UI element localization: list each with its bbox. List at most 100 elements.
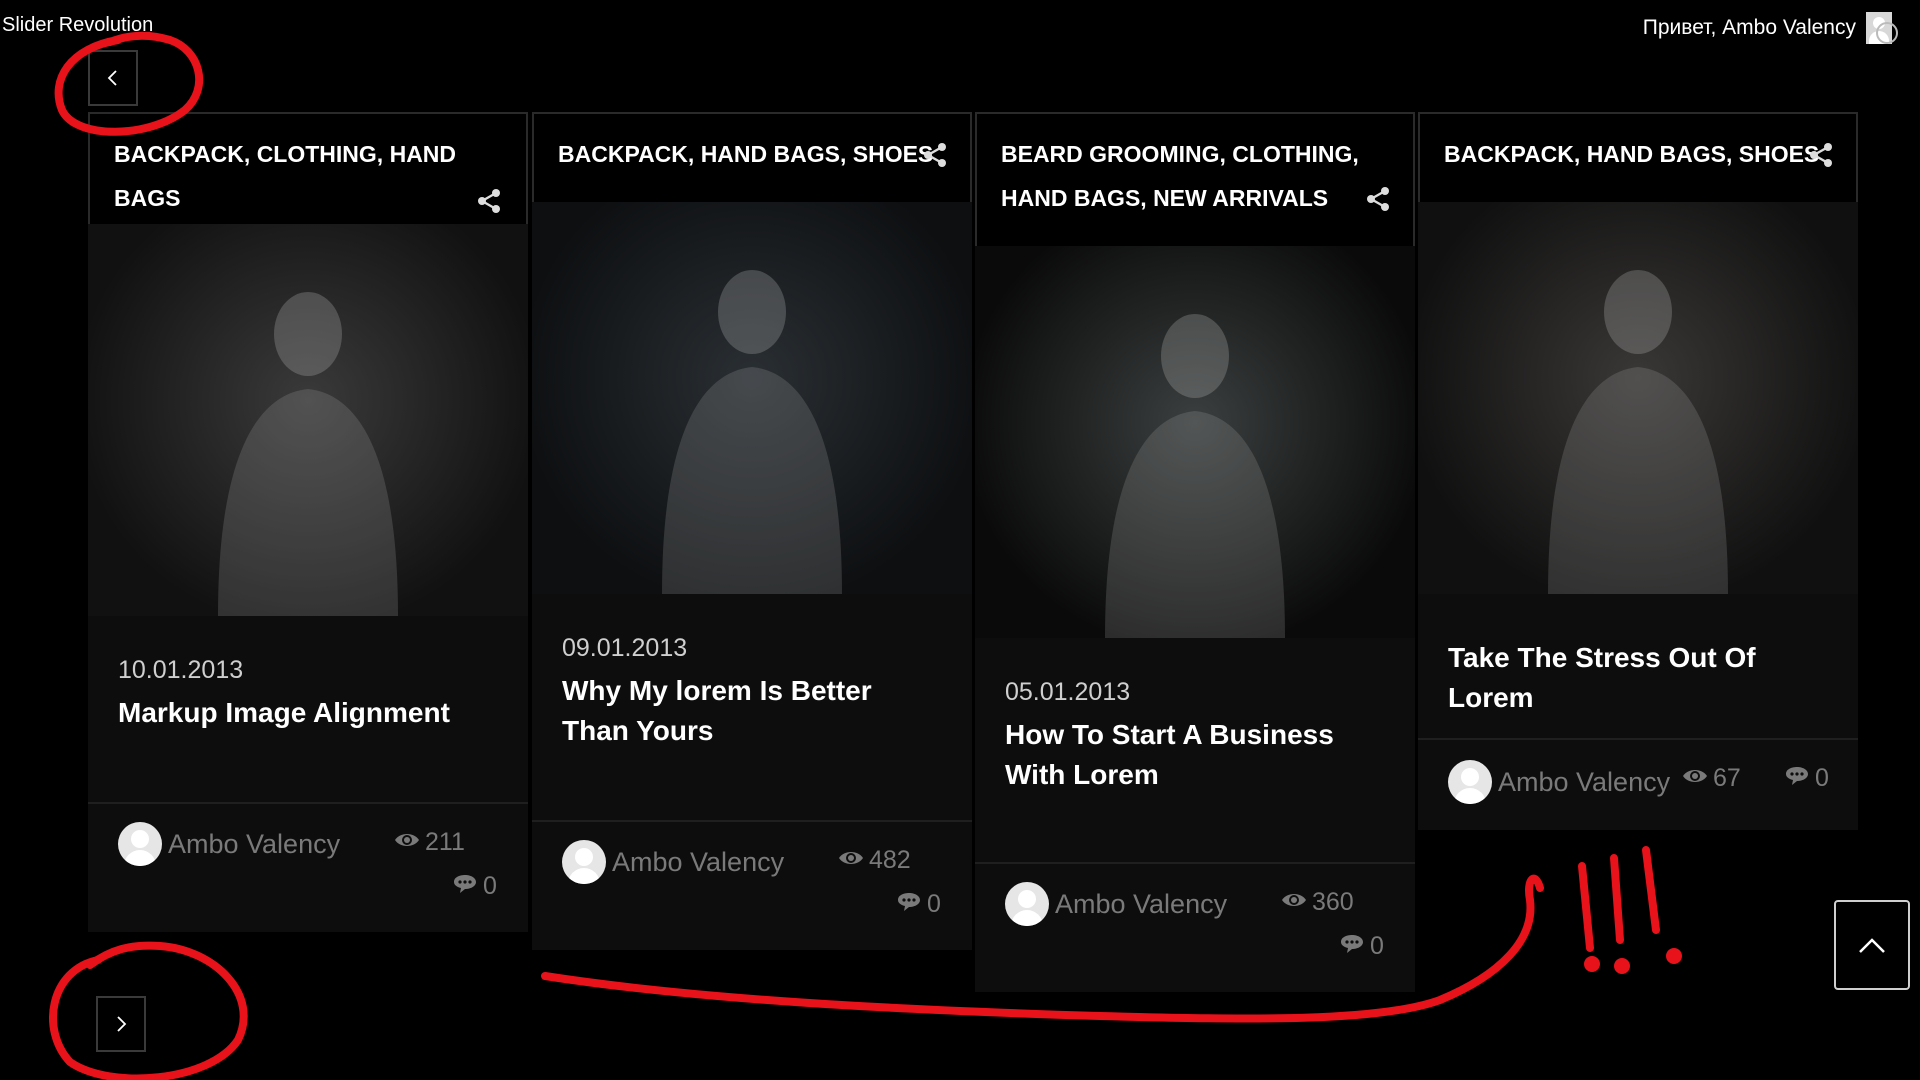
- eye-icon: [394, 828, 420, 857]
- view-count: 67: [1682, 764, 1741, 793]
- slider-next-button[interactable]: [96, 996, 146, 1052]
- category-link[interactable]: CLOTHING: [1232, 141, 1352, 167]
- card-categories-header: BEARD GROOMING, CLOTHING, HAND BAGS, NEW…: [975, 112, 1415, 246]
- author-name: Ambo Valency: [1055, 888, 1228, 919]
- annotation-exclaim-1: [1578, 862, 1594, 952]
- comment-icon: [896, 890, 922, 919]
- author-avatar: [118, 822, 162, 866]
- category-link[interactable]: BEARD GROOMING: [1001, 141, 1220, 167]
- post-author[interactable]: Ambo Valency: [1448, 760, 1670, 804]
- admin-bar-account[interactable]: Привет, Ambo Valency: [1642, 12, 1898, 44]
- category-link[interactable]: HAND BAGS: [1001, 185, 1140, 211]
- share-icon[interactable]: [922, 142, 948, 168]
- view-count-value: 67: [1713, 764, 1741, 792]
- category-list: BACKPACK, HAND BAGS, SHOES: [1444, 132, 1832, 176]
- comment-count-value: 0: [1370, 932, 1384, 960]
- category-separator: ,: [243, 141, 257, 167]
- category-link[interactable]: HAND BAGS: [1587, 141, 1726, 167]
- post-title[interactable]: How To Start A Business With Lorem: [975, 715, 1415, 795]
- post-card[interactable]: BEARD GROOMING, CLOTHING, HAND BAGS, NEW…: [975, 112, 1415, 992]
- scroll-to-top-button[interactable]: [1834, 900, 1910, 990]
- post-card[interactable]: BACKPACK, HAND BAGS, SHOES 09.01.2013 Why …: [532, 112, 972, 950]
- post-image-mechanics-at-workshop[interactable]: [1418, 202, 1858, 594]
- comment-icon: [1784, 764, 1810, 793]
- annotation-dot-2: [1614, 958, 1630, 974]
- comment-count-value: 0: [1815, 764, 1829, 792]
- category-separator: ,: [839, 141, 853, 167]
- view-count-value: 482: [869, 846, 911, 874]
- category-link[interactable]: HAND BAGS: [701, 141, 840, 167]
- category-link[interactable]: CLOTHING: [257, 141, 377, 167]
- author-name: Ambo Valency: [168, 828, 341, 859]
- card-categories-header: BACKPACK, HAND BAGS, SHOES: [532, 112, 972, 202]
- card-categories-header: BACKPACK, HAND BAGS, SHOES: [1418, 112, 1858, 202]
- comment-count[interactable]: 0: [896, 890, 941, 919]
- comment-count-value: 0: [483, 872, 497, 900]
- post-meta: Ambo Valency 211 0: [88, 802, 528, 932]
- category-separator: ,: [1725, 141, 1739, 167]
- post-author[interactable]: Ambo Valency: [562, 840, 784, 884]
- category-link[interactable]: NEW ARRIVALS: [1153, 185, 1328, 211]
- chevron-right-icon: [117, 1016, 127, 1032]
- comment-count[interactable]: 0: [1339, 932, 1384, 961]
- author-name: Ambo Valency: [1498, 766, 1671, 797]
- comment-count-value: 0: [927, 890, 941, 918]
- category-separator: ,: [687, 141, 701, 167]
- category-link[interactable]: BACKPACK: [1444, 141, 1574, 167]
- category-link[interactable]: BACKPACK: [114, 141, 244, 167]
- category-link[interactable]: BACKPACK: [558, 141, 688, 167]
- annotation-dot-3: [1666, 948, 1682, 964]
- post-title[interactable]: Why My lorem Is Better Than Yours: [532, 671, 972, 751]
- view-count: 360: [1281, 888, 1354, 917]
- view-count-value: 211: [425, 828, 465, 856]
- comment-count[interactable]: 0: [1784, 764, 1829, 793]
- post-image-bearded-man-on-crate[interactable]: [532, 202, 972, 594]
- share-icon[interactable]: [1365, 186, 1391, 212]
- view-count-value: 360: [1312, 888, 1354, 916]
- post-date: 10.01.2013: [118, 656, 244, 684]
- eye-icon: [1682, 764, 1708, 793]
- post-card[interactable]: BACKPACK, HAND BAGS, SHOES Take The Stres…: [1418, 112, 1858, 830]
- category-separator: ,: [1140, 185, 1154, 211]
- search-icon[interactable]: [1876, 22, 1898, 44]
- comment-icon: [452, 872, 478, 901]
- author-avatar: [1005, 882, 1049, 926]
- post-author[interactable]: Ambo Valency: [1005, 882, 1227, 926]
- post-title[interactable]: Take The Stress Out Of Lorem: [1418, 638, 1858, 718]
- post-image-woman-in-black-coat[interactable]: [975, 246, 1415, 638]
- slider-prev-button[interactable]: [88, 50, 138, 106]
- annotation-circle-next: [49, 941, 248, 1080]
- post-date: 09.01.2013: [562, 634, 688, 662]
- post-author[interactable]: Ambo Valency: [118, 822, 340, 866]
- comment-count[interactable]: 0: [452, 872, 497, 901]
- share-icon[interactable]: [476, 188, 502, 214]
- eye-icon: [838, 846, 864, 875]
- post-meta: Ambo Valency 67 0: [1418, 738, 1858, 830]
- post-date: 05.01.2013: [1005, 678, 1131, 706]
- category-separator: ,: [1352, 141, 1359, 167]
- annotation-exclaim-2: [1610, 854, 1624, 944]
- admin-bar-site-label[interactable]: Slider Revolution: [2, 14, 153, 37]
- admin-greeting: Привет, Ambo Valency: [1642, 16, 1856, 39]
- post-card[interactable]: BACKPACK, CLOTHING, HAND BAGS 10.01.2013 M…: [88, 112, 528, 932]
- author-avatar: [1448, 760, 1492, 804]
- chevron-left-icon: [107, 70, 117, 86]
- category-list: BACKPACK, CLOTHING, HAND BAGS: [114, 132, 502, 220]
- category-list: BEARD GROOMING, CLOTHING, HAND BAGS, NEW…: [1001, 132, 1389, 220]
- share-icon[interactable]: [1808, 142, 1834, 168]
- post-image-person-in-denim-jacket[interactable]: [88, 224, 528, 616]
- author-avatar: [562, 840, 606, 884]
- view-count: 482: [838, 846, 911, 875]
- category-separator: ,: [1219, 141, 1233, 167]
- post-title[interactable]: Markup Image Alignment: [88, 693, 528, 733]
- category-separator: ,: [1573, 141, 1587, 167]
- post-meta: Ambo Valency 360 0: [975, 862, 1415, 992]
- eye-icon: [1281, 888, 1307, 917]
- card-categories-header: BACKPACK, CLOTHING, HAND BAGS: [88, 112, 528, 224]
- view-count: 211: [394, 828, 465, 857]
- comment-icon: [1339, 932, 1365, 961]
- category-separator: ,: [376, 141, 390, 167]
- author-name: Ambo Valency: [612, 846, 785, 877]
- chevron-up-icon: [1859, 938, 1885, 953]
- annotation-dot-1: [1584, 956, 1600, 972]
